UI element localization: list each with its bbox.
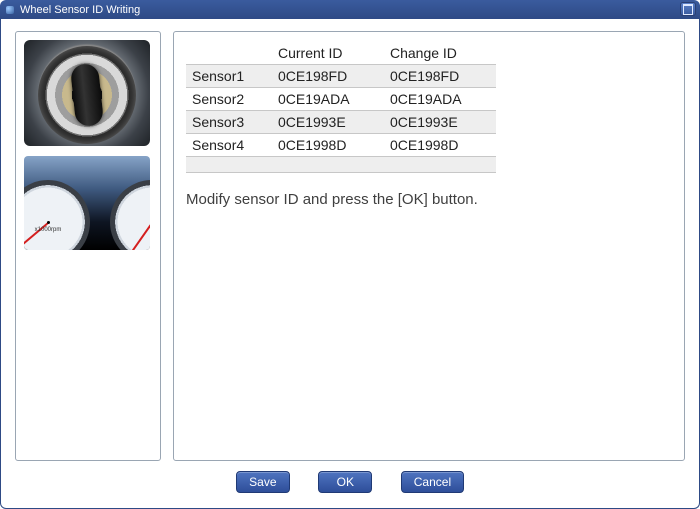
- gauge-needle: [24, 222, 49, 245]
- table-row[interactable]: Sensor1 0CE198FD 0CE198FD: [186, 65, 496, 88]
- dashboard-photo: x1000rpm: [24, 156, 150, 250]
- table-row[interactable]: Sensor4 0CE1998D 0CE1998D: [186, 134, 496, 157]
- sensor-current-id: 0CE1998D: [272, 134, 384, 157]
- gauge-hub: [47, 221, 50, 224]
- main-panel: Current ID Change ID Sensor1 0CE198FD 0C…: [173, 31, 685, 461]
- ok-button[interactable]: OK: [318, 471, 372, 493]
- app-icon: [6, 6, 14, 14]
- button-row: Save OK Cancel: [15, 471, 685, 493]
- table-row-empty: [186, 157, 496, 173]
- table-header-row: Current ID Change ID: [186, 42, 496, 65]
- table-row[interactable]: Sensor2 0CE19ADA 0CE19ADA: [186, 88, 496, 111]
- sensor-current-id: 0CE1993E: [272, 111, 384, 134]
- header-current-id: Current ID: [272, 42, 384, 65]
- sensor-name: Sensor2: [186, 88, 272, 111]
- tachometer-gauge: x1000rpm: [24, 180, 90, 250]
- sensor-name: Sensor3: [186, 111, 272, 134]
- titlebar[interactable]: Wheel Sensor ID Writing: [0, 0, 700, 19]
- table-row[interactable]: Sensor3 0CE1993E 0CE1993E: [186, 111, 496, 134]
- sensor-name: Sensor1: [186, 65, 272, 88]
- window-body: x1000rpm Current ID Change ID Sensor1 0C…: [0, 19, 700, 509]
- window-title: Wheel Sensor ID Writing: [20, 4, 140, 16]
- sensor-table: Current ID Change ID Sensor1 0CE198FD 0C…: [186, 42, 496, 173]
- ignition-photo: [24, 40, 150, 146]
- instruction-text: Modify sensor ID and press the [OK] butt…: [186, 191, 672, 208]
- gauge-needle: [132, 222, 150, 250]
- sensor-change-id[interactable]: 0CE1993E: [384, 111, 496, 134]
- sensor-change-id[interactable]: 0CE19ADA: [384, 88, 496, 111]
- save-button[interactable]: Save: [236, 471, 290, 493]
- sensor-current-id: 0CE198FD: [272, 65, 384, 88]
- sensor-current-id: 0CE19ADA: [272, 88, 384, 111]
- header-blank: [186, 42, 272, 65]
- header-change-id: Change ID: [384, 42, 496, 65]
- gauge-label: x1000rpm: [24, 227, 90, 233]
- image-panel: x1000rpm: [15, 31, 161, 461]
- maximize-button[interactable]: [680, 2, 696, 16]
- sensor-name: Sensor4: [186, 134, 272, 157]
- cancel-button[interactable]: Cancel: [401, 471, 464, 493]
- sensor-change-id[interactable]: 0CE198FD: [384, 65, 496, 88]
- content-area: x1000rpm Current ID Change ID Sensor1 0C…: [15, 31, 685, 461]
- sensor-change-id[interactable]: 0CE1998D: [384, 134, 496, 157]
- speedometer-gauge: [110, 180, 150, 250]
